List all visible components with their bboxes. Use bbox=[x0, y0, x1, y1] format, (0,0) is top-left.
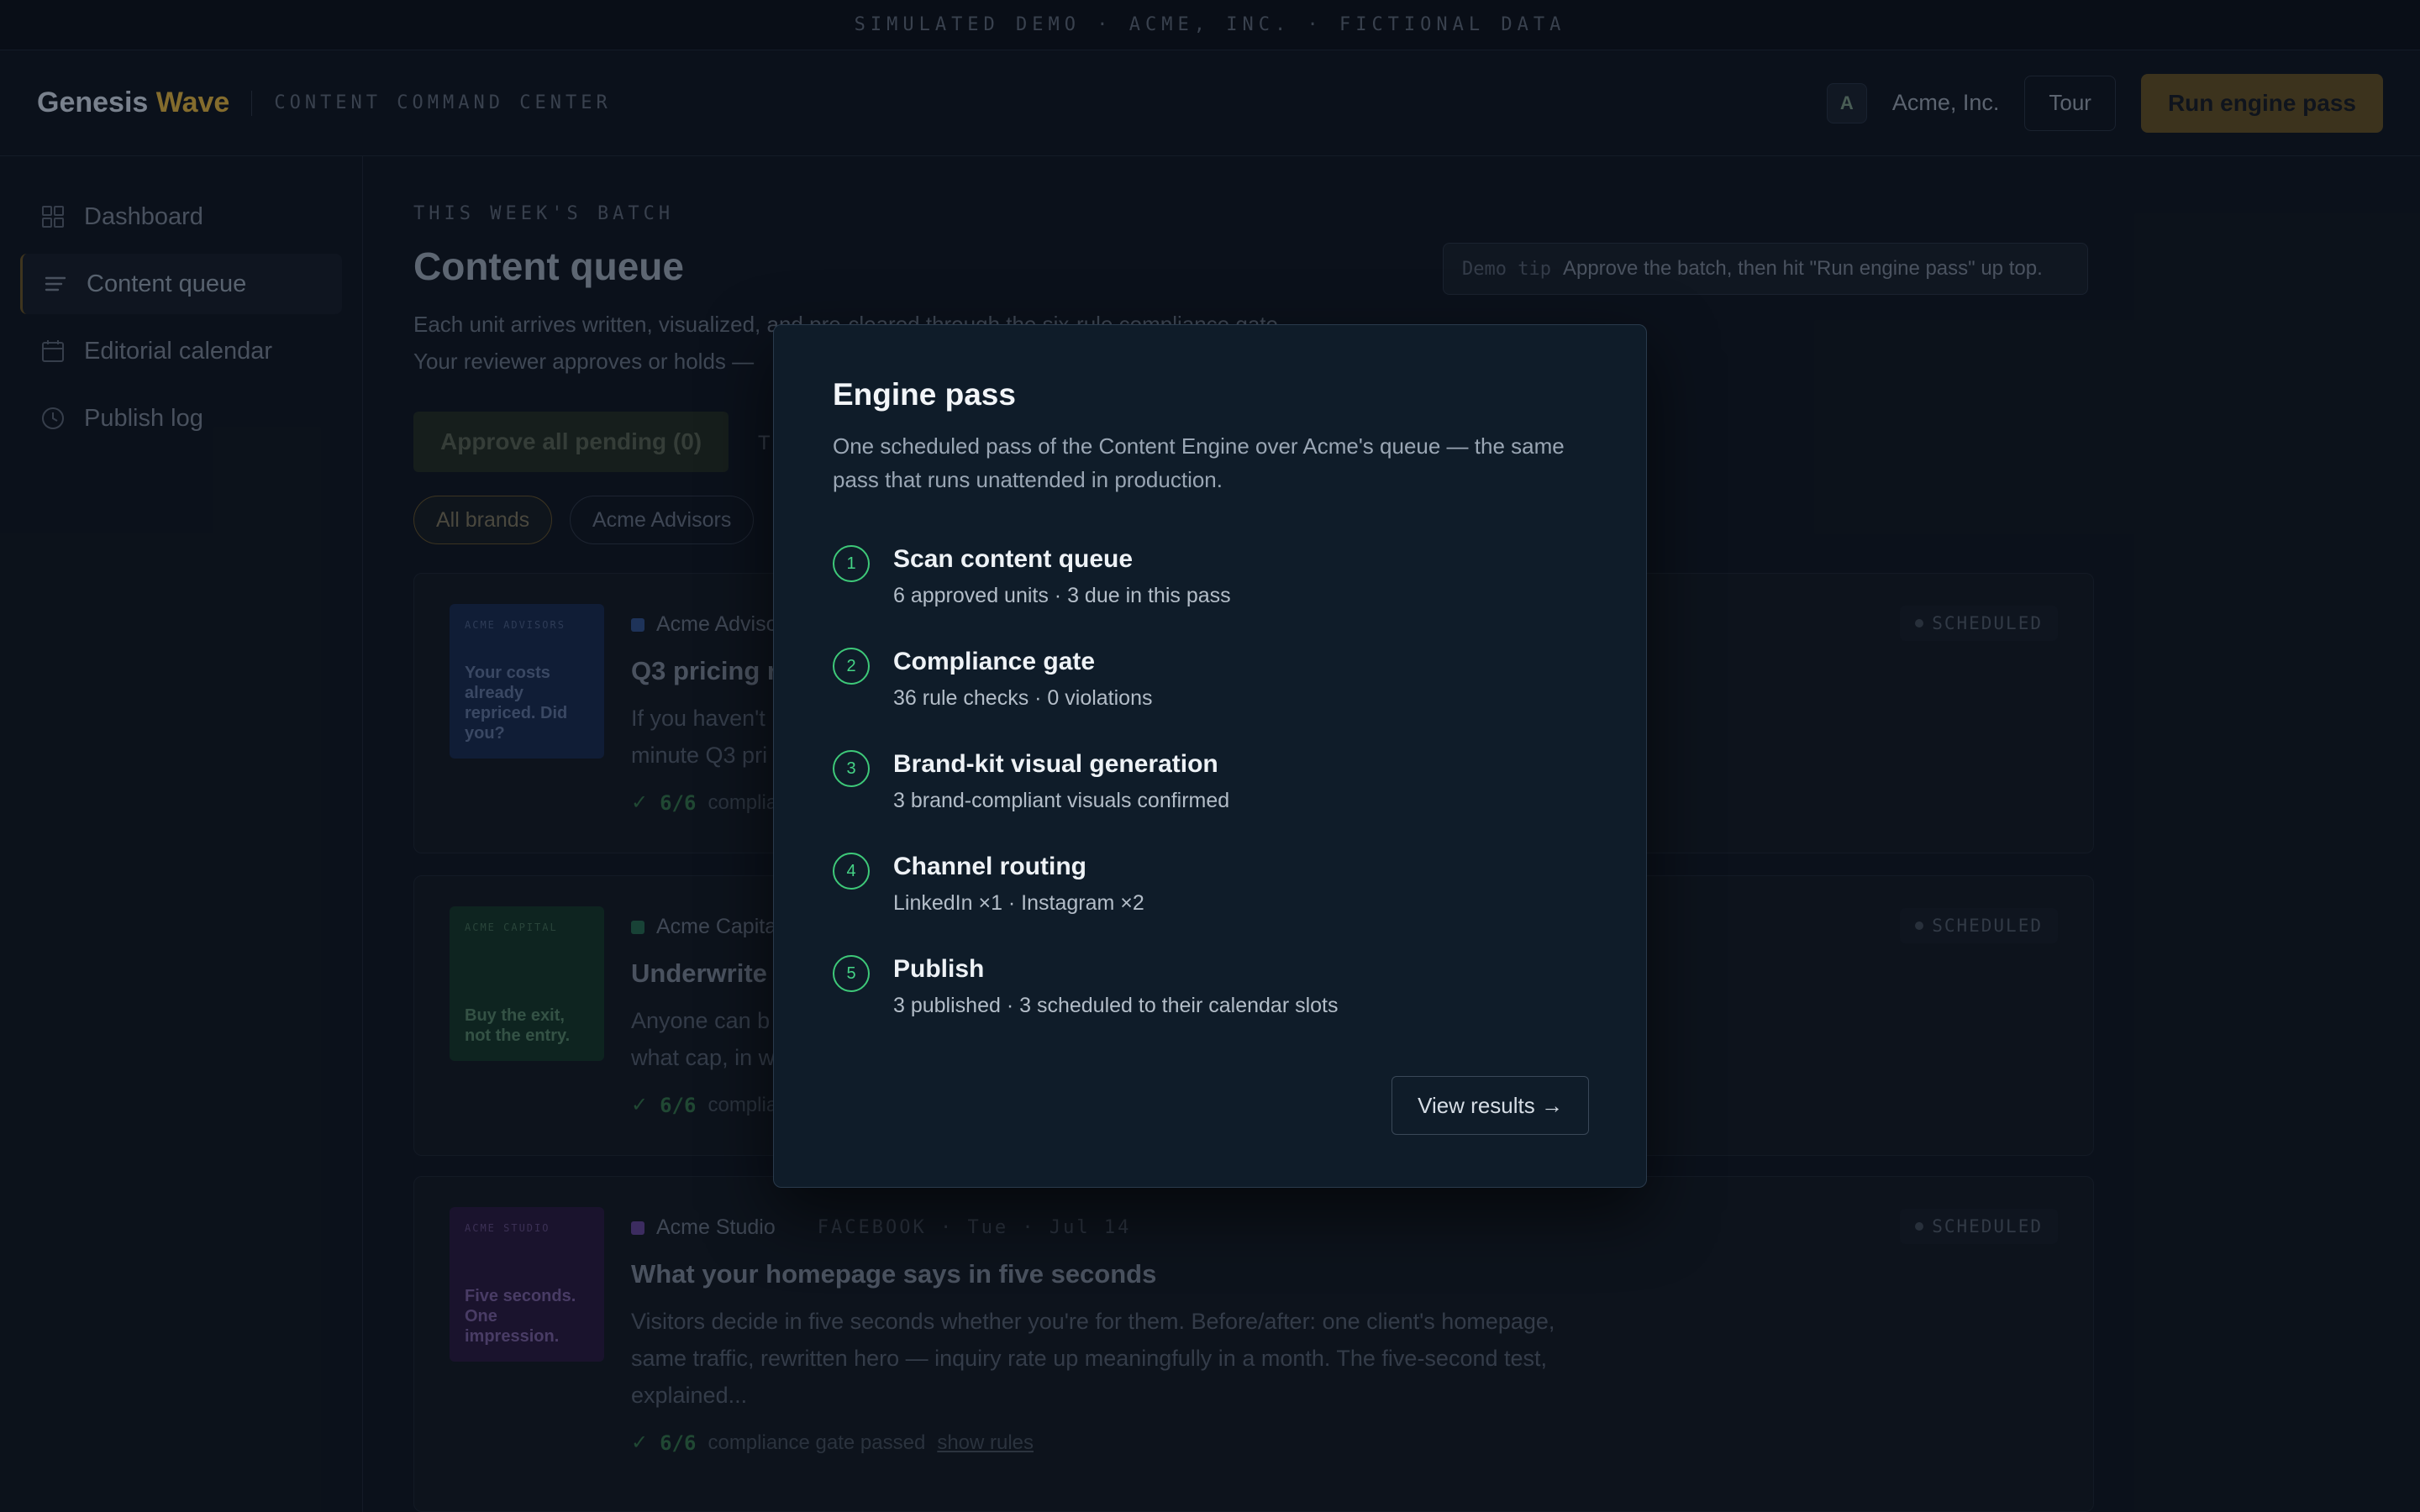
step-number: 2 bbox=[833, 648, 870, 685]
step-detail: LinkedIn ×1 · Instagram ×2 bbox=[893, 891, 1144, 915]
view-results-button[interactable]: View results → bbox=[1392, 1076, 1589, 1135]
pipeline-step: 5 Publish 3 published · 3 scheduled to t… bbox=[833, 955, 1589, 1031]
step-detail: 6 approved units · 3 due in this pass bbox=[893, 584, 1231, 607]
step-title: Publish bbox=[893, 955, 985, 983]
step-detail: 36 rule checks · 0 violations bbox=[893, 686, 1153, 710]
step-title: Channel routing bbox=[893, 853, 1086, 880]
step-title: Scan content queue bbox=[893, 545, 1134, 573]
step-detail: 3 published · 3 scheduled to their calen… bbox=[893, 994, 1339, 1017]
step-title: Compliance gate bbox=[893, 648, 1096, 675]
step-title: Brand-kit visual generation bbox=[893, 750, 1218, 778]
pipeline-step: 2 Compliance gate 36 rule checks · 0 vio… bbox=[833, 648, 1589, 723]
step-number: 1 bbox=[833, 545, 870, 582]
pipeline-step: 1 Scan content queue 6 approved units · … bbox=[833, 545, 1589, 621]
step-number: 3 bbox=[833, 750, 870, 787]
step-detail: 3 brand-compliant visuals confirmed bbox=[893, 789, 1230, 812]
modal-title: Engine pass bbox=[833, 377, 1016, 412]
modal-description: One scheduled pass of the Content Engine… bbox=[833, 433, 1565, 492]
step-number: 4 bbox=[833, 853, 870, 890]
step-number: 5 bbox=[833, 955, 870, 992]
pipeline-step: 4 Channel routing LinkedIn ×1 · Instagra… bbox=[833, 853, 1589, 928]
engine-pass-modal: Engine pass One scheduled pass of the Co… bbox=[773, 324, 1647, 1188]
pipeline-step: 3 Brand-kit visual generation 3 brand-co… bbox=[833, 750, 1589, 826]
